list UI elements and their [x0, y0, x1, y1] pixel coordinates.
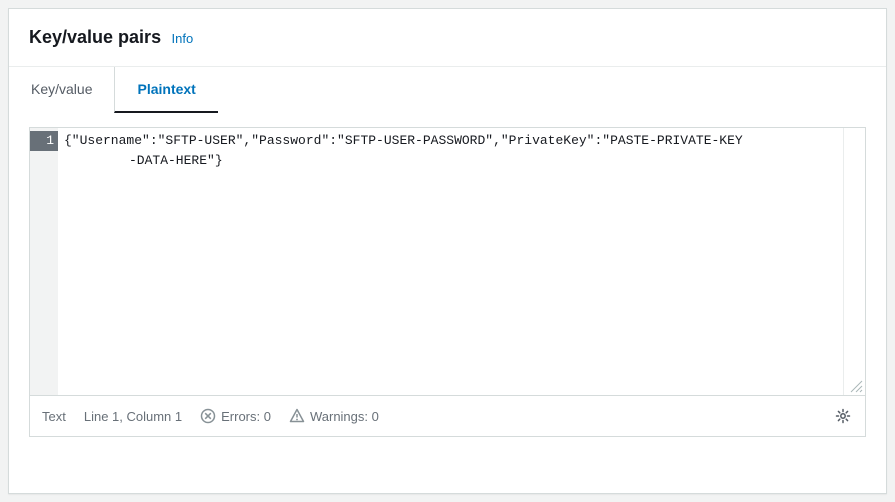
status-mode[interactable]: Text — [42, 409, 66, 424]
editor-statusbar: Text Line 1, Column 1 Errors: 0 — [30, 395, 865, 436]
key-value-pairs-panel: Key/value pairs Info Key/value Plaintext… — [8, 8, 887, 494]
tabs: Key/value Plaintext — [9, 67, 886, 113]
status-errors[interactable]: Errors: 0 — [200, 408, 271, 424]
panel-title: Key/value pairs — [29, 27, 161, 47]
code-textarea[interactable]: {"Username":"SFTP-USER","Password":"SFTP… — [58, 128, 843, 395]
gear-icon — [835, 408, 851, 424]
line-number: 1 — [30, 131, 58, 151]
editor-gutter: 1 — [30, 128, 58, 395]
warning-icon — [289, 408, 305, 424]
panel-header: Key/value pairs Info — [9, 9, 886, 67]
status-cursor-position: Line 1, Column 1 — [84, 409, 182, 424]
resize-handle-icon[interactable] — [849, 379, 863, 393]
error-icon — [200, 408, 216, 424]
code-editor: 1 {"Username":"SFTP-USER","Password":"SF… — [29, 127, 866, 437]
settings-button[interactable] — [833, 406, 853, 426]
status-warnings[interactable]: Warnings: 0 — [289, 408, 379, 424]
tab-plaintext[interactable]: Plaintext — [114, 67, 217, 113]
info-link[interactable]: Info — [172, 31, 194, 46]
tab-key-value[interactable]: Key/value — [9, 67, 114, 113]
editor-right-gutter — [843, 128, 865, 395]
